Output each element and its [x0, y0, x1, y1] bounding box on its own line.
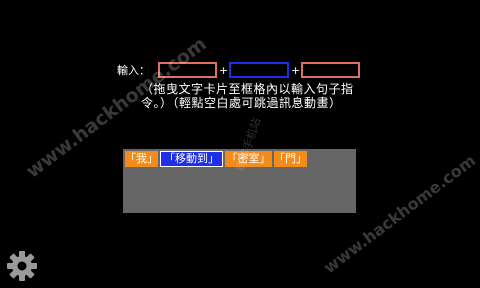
- word-card-move-to[interactable]: 「移動到」: [160, 151, 223, 167]
- instruction-text: （拖曳文字卡片至框格內以輸入句子指令。）（輕點空白處可跳過訊息動畫）: [141, 82, 354, 110]
- input-slot-3[interactable]: [301, 62, 360, 78]
- plus-sign-1: +: [219, 64, 229, 77]
- gear-icon[interactable]: [4, 248, 40, 284]
- card-tray[interactable]: 「我」 「移動到」 「密室」 「門」: [123, 149, 356, 213]
- input-slot-1[interactable]: [158, 62, 217, 78]
- plus-sign-2: +: [291, 64, 301, 77]
- input-slot-2[interactable]: [229, 62, 289, 78]
- input-label: 輸入：: [117, 64, 150, 77]
- word-card-wo[interactable]: 「我」: [125, 151, 158, 167]
- word-card-door[interactable]: 「門」: [274, 151, 307, 167]
- word-card-secret-room[interactable]: 「密室」: [225, 151, 272, 167]
